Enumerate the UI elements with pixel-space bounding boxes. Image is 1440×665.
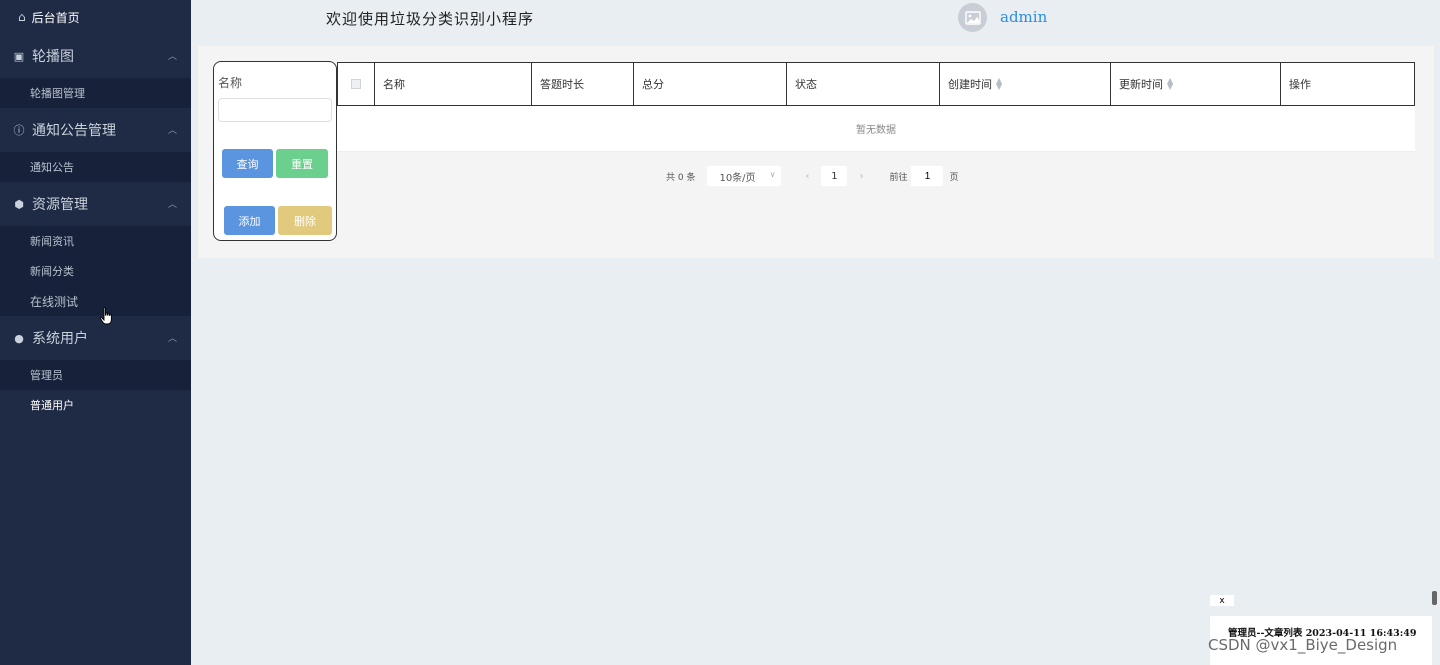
sidebar-item-label: 通知公告	[30, 161, 74, 174]
sidebar-item-news[interactable]: 新闻资讯	[0, 226, 191, 256]
close-button[interactable]: x	[1210, 595, 1234, 606]
column-header-label: 答题时长	[540, 78, 584, 91]
column-header: 答题时长	[532, 62, 634, 106]
sort-icon[interactable]: ▲ ▼	[1167, 77, 1173, 91]
sidebar-home[interactable]: ⌂ 后台首页	[0, 0, 191, 34]
next-page-button[interactable]: ›	[851, 166, 871, 186]
sidebar-item-label: 新闻资讯	[30, 235, 74, 248]
sidebar-group-users[interactable]: ● 系统用户 ︿	[0, 316, 191, 360]
column-header-label: 操作	[1289, 78, 1311, 91]
search-box: 名称 查询 重置 添加 删除	[213, 61, 337, 241]
page-size-value: 10条/页	[719, 172, 756, 184]
hand-cursor-icon	[100, 307, 112, 325]
shield-icon: ⬢	[14, 197, 24, 211]
sidebar-item-news-category[interactable]: 新闻分类	[0, 256, 191, 286]
sidebar: ⌂ 后台首页 ▣ 轮播图 ︿ 轮播图管理 ⓘ 通知公告管理 ︿ 通知公告 ⬢ 资…	[0, 0, 191, 665]
sidebar-item-admin[interactable]: 管理员	[0, 360, 191, 390]
sidebar-group-resource[interactable]: ⬢ 资源管理 ︿	[0, 182, 191, 226]
column-header-sortable[interactable]: 创建时间 ▲ ▼	[940, 62, 1111, 106]
select-all-cell	[337, 62, 375, 106]
sidebar-group-label: 系统用户	[32, 331, 88, 347]
column-header: 总分	[634, 62, 787, 106]
chevron-up-icon: ︿	[167, 126, 177, 136]
delete-button[interactable]: 删除	[278, 206, 332, 235]
chevron-up-icon: ︿	[167, 52, 177, 62]
sidebar-group-notice[interactable]: ⓘ 通知公告管理 ︿	[0, 108, 191, 152]
watermark: CSDN @vx1_Biye_Design	[1208, 636, 1398, 654]
column-header-label: 总分	[642, 78, 664, 91]
column-header: 操作	[1281, 62, 1415, 106]
sidebar-group-label: 资源管理	[32, 197, 88, 213]
sidebar-item-carousel-manage[interactable]: 轮播图管理	[0, 78, 191, 108]
page-title: 欢迎使用垃圾分类识别小程序	[326, 10, 535, 28]
sidebar-home-label: 后台首页	[31, 10, 80, 25]
column-header-label: 状态	[795, 78, 817, 91]
sidebar-item-label: 普通用户	[30, 399, 74, 412]
reset-button[interactable]: 重置	[276, 149, 328, 178]
sidebar-group-label: 轮播图	[32, 49, 74, 65]
sidebar-item-label: 在线测试	[30, 294, 79, 309]
column-header-label: 名称	[383, 78, 405, 91]
chevron-up-icon: ︿	[167, 200, 177, 210]
chevron-up-icon: ︿	[167, 334, 177, 344]
sidebar-item-notice[interactable]: 通知公告	[0, 152, 191, 182]
sidebar-group-label: 通知公告管理	[32, 123, 116, 139]
username[interactable]: admin	[1000, 8, 1047, 26]
column-header-label: 更新时间	[1119, 78, 1163, 91]
column-header-label: 创建时间	[948, 78, 992, 91]
info-icon: ⓘ	[13, 124, 25, 137]
empty-state: 暂无数据	[337, 106, 1415, 152]
image-icon: ▣	[13, 49, 25, 63]
sidebar-item-label: 轮播图管理	[30, 87, 85, 100]
home-icon: ⌂	[18, 10, 26, 24]
goto-label: 前往	[889, 172, 908, 183]
sidebar-item-label: 管理员	[30, 369, 63, 382]
avatar[interactable]	[958, 3, 987, 32]
total-count: 共 0 条	[666, 172, 696, 183]
current-page[interactable]: 1	[821, 166, 848, 186]
scrollbar-thumb[interactable]	[1432, 591, 1437, 605]
user-icon: ●	[14, 331, 24, 345]
select-all-checkbox[interactable]	[351, 79, 361, 89]
sidebar-group-carousel[interactable]: ▣ 轮播图 ︿	[0, 34, 191, 78]
column-header: 状态	[787, 62, 940, 106]
sidebar-item-online-test[interactable]: 在线测试	[0, 286, 191, 316]
sidebar-item-label: 新闻分类	[30, 265, 74, 278]
column-header: 名称	[375, 62, 532, 106]
page-size-select[interactable]: 10条/页 ∨	[707, 166, 782, 186]
image-placeholder-icon	[964, 10, 981, 25]
page-suffix: 页	[949, 172, 959, 183]
chevron-down-icon: ∨	[769, 170, 776, 179]
table-header: 名称 答题时长 总分 状态 创建时间 ▲ ▼ 更新时间 ▲ ▼ 操作	[337, 62, 1415, 106]
sort-icon[interactable]: ▲ ▼	[996, 77, 1002, 91]
data-table: 名称 答题时长 总分 状态 创建时间 ▲ ▼ 更新时间 ▲ ▼ 操作 暂无数据	[337, 62, 1415, 152]
column-header-sortable[interactable]: 更新时间 ▲ ▼	[1111, 62, 1281, 106]
add-button[interactable]: 添加	[224, 206, 275, 235]
prev-page-button[interactable]: ‹	[797, 166, 817, 186]
search-label: 名称	[218, 76, 243, 90]
sidebar-item-normal-user[interactable]: 普通用户	[0, 390, 191, 420]
pagination: 共 0 条 10条/页 ∨ ‹ 1 › 前往 页	[666, 166, 958, 186]
goto-page-input[interactable]	[911, 166, 944, 186]
name-search-input[interactable]	[218, 98, 332, 122]
query-button[interactable]: 查询	[222, 149, 273, 178]
